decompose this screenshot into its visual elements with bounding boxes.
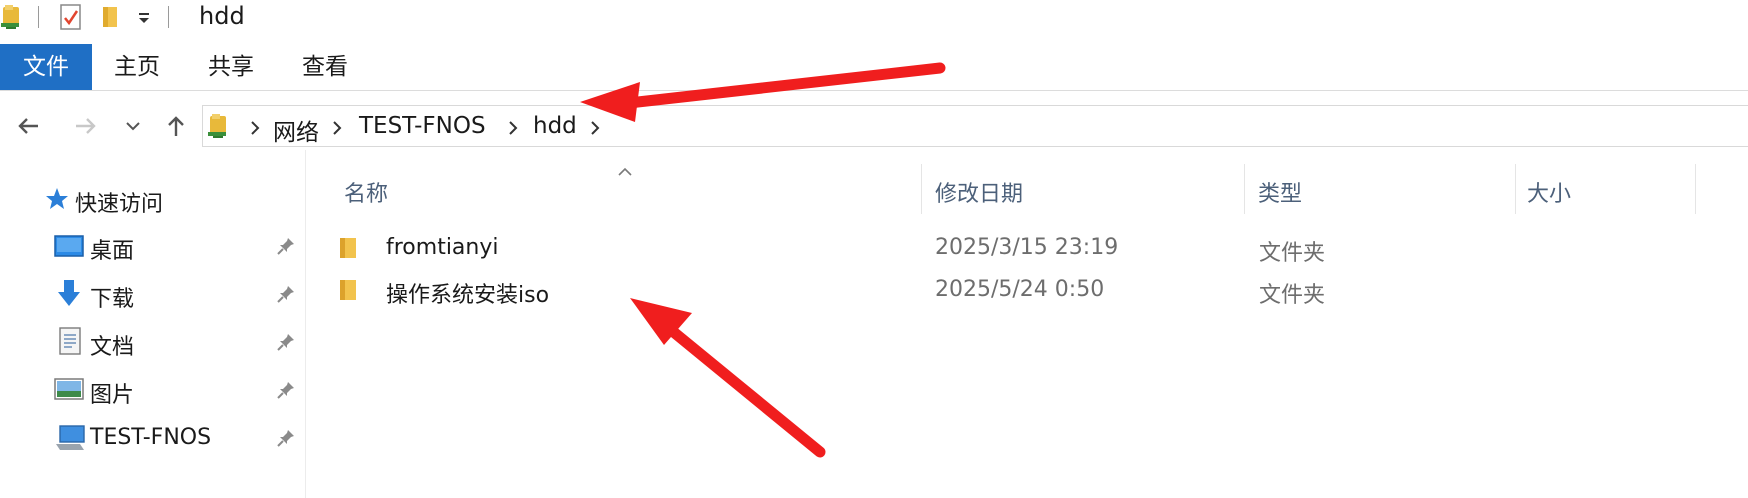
properties-icon[interactable] xyxy=(58,2,84,32)
forward-button[interactable] xyxy=(68,104,104,148)
sidebar-item-label: 下载 xyxy=(90,287,135,312)
pin-icon[interactable] xyxy=(276,380,296,400)
tab-home[interactable]: 主页 xyxy=(102,44,172,90)
star-icon xyxy=(44,186,70,212)
file-type: 文件夹 xyxy=(1259,283,1326,308)
network-computer-icon xyxy=(54,424,86,452)
tab-file[interactable]: 文件 xyxy=(0,44,92,90)
sidebar-item-quick-access[interactable]: 快速访问 xyxy=(0,177,305,221)
sidebar-item-label: 快速访问 xyxy=(75,192,164,217)
column-header-modified[interactable]: 修改日期 xyxy=(935,176,1023,208)
forward-arrow-icon xyxy=(76,118,96,134)
window-title: hdd xyxy=(199,2,245,30)
breadcrumb-hdd[interactable]: hdd xyxy=(533,113,577,139)
file-list: 名称 修改日期 类型 大小 fromtianyi 2025/3/15 23:19… xyxy=(306,150,1748,498)
file-name: 操作系统安装iso xyxy=(386,283,550,308)
up-button[interactable] xyxy=(158,104,194,148)
back-arrow-icon xyxy=(18,118,38,134)
document-icon xyxy=(58,326,82,356)
chevron-down-icon xyxy=(126,122,140,131)
sidebar-item-label: 文档 xyxy=(90,335,135,360)
pin-icon[interactable] xyxy=(276,284,296,304)
file-name: fromtianyi xyxy=(386,235,499,260)
column-header-size[interactable]: 大小 xyxy=(1527,176,1571,208)
chevron-right-icon[interactable] xyxy=(507,118,519,138)
sidebar-item-downloads[interactable]: 下载 xyxy=(0,272,305,316)
file-modified: 2025/5/24 0:50 xyxy=(935,277,1105,302)
folder-icon xyxy=(337,278,359,302)
sidebar-item-documents[interactable]: 文档 xyxy=(0,320,305,364)
recent-locations-button[interactable] xyxy=(118,104,148,148)
navigation-bar: 网络 TEST-FNOS hdd xyxy=(0,104,1748,148)
sidebar-item-label: 桌面 xyxy=(90,239,135,264)
pin-icon[interactable] xyxy=(276,428,296,448)
chevron-right-icon[interactable] xyxy=(331,118,343,138)
pin-icon[interactable] xyxy=(276,236,296,256)
address-bar[interactable]: 网络 TEST-FNOS hdd xyxy=(202,105,1748,147)
file-modified: 2025/3/15 23:19 xyxy=(935,235,1119,260)
column-header-type[interactable]: 类型 xyxy=(1258,176,1302,208)
desktop-icon xyxy=(54,234,84,258)
breadcrumb-test-fnos[interactable]: TEST-FNOS xyxy=(359,113,486,139)
table-row[interactable]: 操作系统安装iso 2025/5/24 0:50 文件夹 xyxy=(326,269,1726,311)
chevron-right-icon[interactable] xyxy=(589,118,601,138)
network-drive-icon xyxy=(207,112,233,140)
title-bar: hdd xyxy=(0,0,1748,36)
sidebar-item-pictures[interactable]: 图片 xyxy=(0,368,305,412)
folder-icon xyxy=(337,236,359,260)
table-row[interactable]: fromtianyi 2025/3/15 23:19 文件夹 xyxy=(326,227,1726,269)
sidebar-item-test-fnos[interactable]: TEST-FNOS xyxy=(0,416,305,460)
ribbon-tabs: 文件 主页 共享 查看 xyxy=(0,44,1748,90)
sidebar-item-label: 图片 xyxy=(90,383,135,408)
tab-view[interactable]: 查看 xyxy=(290,44,360,90)
new-folder-icon[interactable] xyxy=(98,4,122,30)
breadcrumb-network[interactable]: 网络 xyxy=(273,113,319,147)
download-icon xyxy=(56,278,82,308)
sidebar-item-desktop[interactable]: 桌面 xyxy=(0,224,305,268)
chevron-right-icon[interactable] xyxy=(249,118,261,138)
sidebar-item-label: TEST-FNOS xyxy=(90,425,212,450)
file-type: 文件夹 xyxy=(1259,241,1326,266)
up-arrow-icon xyxy=(168,116,184,136)
pin-icon[interactable] xyxy=(276,332,296,352)
network-drive-icon[interactable] xyxy=(0,3,26,31)
ribbon-divider xyxy=(0,90,1748,91)
tab-share[interactable]: 共享 xyxy=(196,44,266,90)
sort-ascending-icon xyxy=(618,162,632,176)
customize-toolbar-dropdown-icon[interactable] xyxy=(137,10,151,24)
navigation-pane: 快速访问 桌面 下载 文档 图片 TEST-FNOS xyxy=(0,150,306,498)
pictures-icon xyxy=(54,377,84,401)
column-header-name[interactable]: 名称 xyxy=(344,176,388,208)
back-button[interactable] xyxy=(10,104,46,148)
